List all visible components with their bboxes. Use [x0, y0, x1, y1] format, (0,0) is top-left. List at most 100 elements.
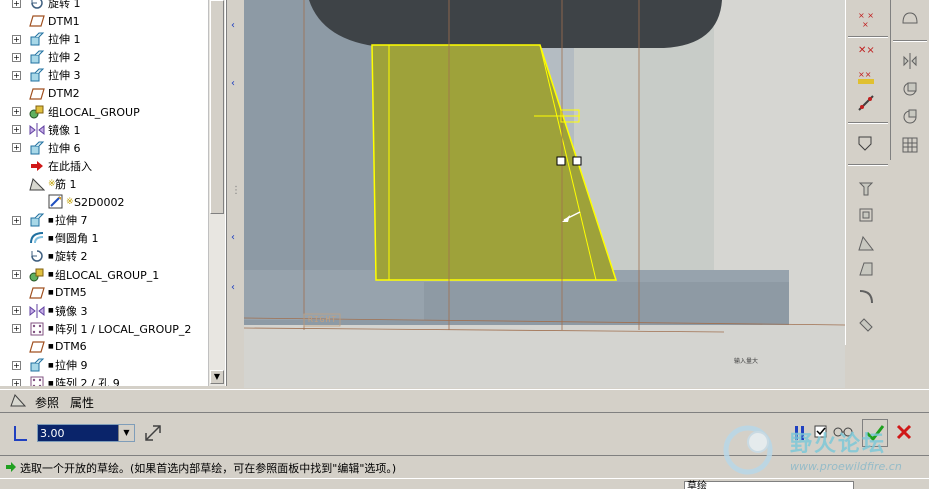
extrude-icon — [29, 213, 45, 227]
tree-item-label: 倒圆角 1 — [55, 232, 99, 246]
round-tool-icon[interactable] — [852, 284, 880, 310]
expand-plus-icon[interactable]: + — [12, 52, 21, 62]
dashboard-tab-bar: 参照 属性 — [0, 389, 929, 411]
extrude-tool-icon[interactable] — [852, 176, 880, 202]
expand-plus-icon[interactable]: + — [12, 324, 21, 334]
expand-plus-icon[interactable]: + — [12, 215, 21, 225]
collapse-arrow-icon[interactable]: ‹ — [231, 20, 235, 31]
tab-references[interactable]: 参照 — [35, 394, 59, 411]
feature-marker-icon: ※ — [66, 197, 74, 208]
model-tree-scrollbar[interactable]: ▼ — [208, 0, 225, 386]
point-offset-icon[interactable]: ✕× — [852, 38, 880, 64]
tree-item[interactable]: ※ 筋 1 — [0, 175, 208, 193]
revolve-icon — [29, 0, 45, 10]
datum-tag-icon[interactable] — [852, 130, 880, 156]
extrude-icon — [29, 141, 45, 155]
tree-item[interactable]: + 拉伸 1 — [0, 30, 208, 48]
curve-tool-icon[interactable] — [852, 90, 880, 116]
tree-item[interactable]: + 拉伸 6 — [0, 139, 208, 157]
tree-item-label: 拉伸 2 — [48, 51, 81, 65]
tree-item[interactable]: ■ DTM5 — [0, 284, 208, 302]
collapse-arrow-icon[interactable]: ‹ — [231, 232, 235, 243]
proe-window: + 旋转 1 DTM1 + 拉伸 1 + 拉伸 2 + 拉伸 3 DTM2 + 组LOCAL_GROU… — [0, 0, 929, 489]
graphics-viewport[interactable]: RIGHT 输入量大 — [244, 0, 845, 388]
draft-tool-icon[interactable] — [852, 256, 880, 282]
collapse-arrow-icon[interactable]: ‹ — [231, 282, 235, 293]
feature-marker-icon: ■ — [48, 271, 54, 278]
pattern-tool-icon[interactable] — [896, 132, 924, 158]
tree-item-label: 拉伸 3 — [48, 69, 81, 83]
feature-marker-icon: ■ — [48, 252, 54, 260]
tree-item[interactable]: ■ 倒圆角 1 — [0, 229, 208, 247]
tree-item[interactable]: ※ S2D0002 — [0, 193, 208, 211]
rib-tool-icon[interactable] — [852, 230, 880, 256]
expand-plus-icon[interactable]: + — [12, 107, 21, 117]
viewport-note: 输入量大 — [734, 358, 759, 365]
thickness-field[interactable]: ▼ — [37, 424, 135, 442]
expand-plus-icon[interactable]: + — [12, 306, 21, 316]
tree-item[interactable]: + ■ 阵列 2 / 孔 9 — [0, 374, 208, 386]
expand-plus-icon[interactable]: + — [12, 0, 21, 8]
point-tool-icon[interactable]: × × × — [852, 6, 880, 32]
group-icon — [29, 105, 45, 119]
tree-item[interactable]: + 组LOCAL_GROUP — [0, 103, 208, 121]
watermark: 野火论坛 www.proewildfire.cn — [718, 420, 929, 482]
tree-item[interactable]: + 拉伸 3 — [0, 66, 208, 84]
tree-item[interactable]: + ■ 阵列 1 / LOCAL_GROUP_2 — [0, 320, 208, 338]
expand-plus-icon[interactable]: + — [12, 125, 21, 135]
panel-sash[interactable]: ‹ ‹ ⋮ ‹ ‹ — [227, 0, 245, 386]
tree-item[interactable]: + ■ 拉伸 9 — [0, 356, 208, 374]
sketch-plane-icon[interactable] — [896, 6, 924, 32]
mirror-tool-icon[interactable] — [896, 48, 924, 74]
expand-plus-icon[interactable]: + — [12, 360, 21, 370]
tree-item[interactable]: + ■ 拉伸 7 — [0, 211, 208, 229]
tree-item[interactable]: + 旋转 1 — [0, 0, 208, 12]
tree-item-label: 组LOCAL_GROUP_1 — [55, 268, 160, 282]
pattern-icon — [29, 376, 45, 386]
thicken-tool-icon[interactable] — [896, 104, 924, 130]
sash-grip-icon[interactable]: ⋮ — [231, 185, 241, 196]
expand-plus-icon[interactable]: + — [12, 143, 21, 153]
tree-item[interactable]: + 拉伸 2 — [0, 48, 208, 66]
expand-plus-icon[interactable]: + — [12, 378, 21, 386]
feature-marker-icon: ■ — [48, 325, 54, 333]
expand-plus-icon[interactable]: + — [12, 70, 21, 80]
tree-item-label: 拉伸 9 — [55, 359, 88, 372]
expand-plus-icon[interactable]: + — [12, 34, 21, 44]
shell-tool-icon[interactable] — [852, 202, 880, 228]
model-drawing — [244, 0, 845, 388]
extrude-icon — [29, 358, 45, 372]
drag-handle[interactable] — [572, 156, 582, 166]
datum-plane-icon — [29, 340, 45, 354]
flip-direction-icon[interactable] — [143, 423, 163, 446]
tab-properties[interactable]: 属性 — [70, 394, 94, 411]
group-icon — [29, 268, 45, 282]
chevron-down-icon[interactable]: ▼ — [118, 425, 134, 441]
tree-item[interactable]: + ■ 组LOCAL_GROUP_1 — [0, 266, 208, 284]
tree-item-label: S2D0002 — [74, 195, 125, 209]
thickness-input[interactable] — [38, 425, 118, 441]
expand-plus-icon[interactable]: + — [12, 270, 21, 279]
watermark-title: 野火论坛 — [790, 432, 887, 457]
tree-item[interactable]: ■ 旋转 2 — [0, 247, 208, 265]
tree-item[interactable]: DTM1 — [0, 12, 208, 30]
tree-item[interactable]: + ■ 镜像 3 — [0, 302, 208, 320]
drag-handle[interactable] — [556, 156, 566, 166]
round-icon — [29, 231, 45, 245]
tree-item[interactable]: + 镜像 1 — [0, 121, 208, 139]
point-array-icon[interactable]: ×× — [852, 64, 880, 90]
chamfer-tool-icon[interactable] — [852, 312, 880, 338]
tree-item[interactable]: 在此插入 — [0, 157, 208, 175]
collapse-arrow-icon[interactable]: ‹ — [231, 78, 235, 89]
scroll-down-arrow-icon[interactable]: ▼ — [210, 370, 224, 384]
offset-tool-icon[interactable] — [896, 76, 924, 102]
tree-item-label: 筋 1 — [55, 178, 77, 191]
tree-item[interactable]: DTM2 — [0, 85, 208, 103]
feature-marker-icon: ■ — [48, 379, 54, 386]
prompt-arrow-icon — [5, 461, 17, 476]
tree-item-label: DTM6 — [55, 340, 87, 354]
tree-item[interactable]: ■ DTM6 — [0, 338, 208, 356]
scrollbar-thumb[interactable] — [210, 0, 224, 214]
selection-filter[interactable]: 草绘 — [684, 481, 854, 489]
pattern-icon — [29, 322, 45, 336]
